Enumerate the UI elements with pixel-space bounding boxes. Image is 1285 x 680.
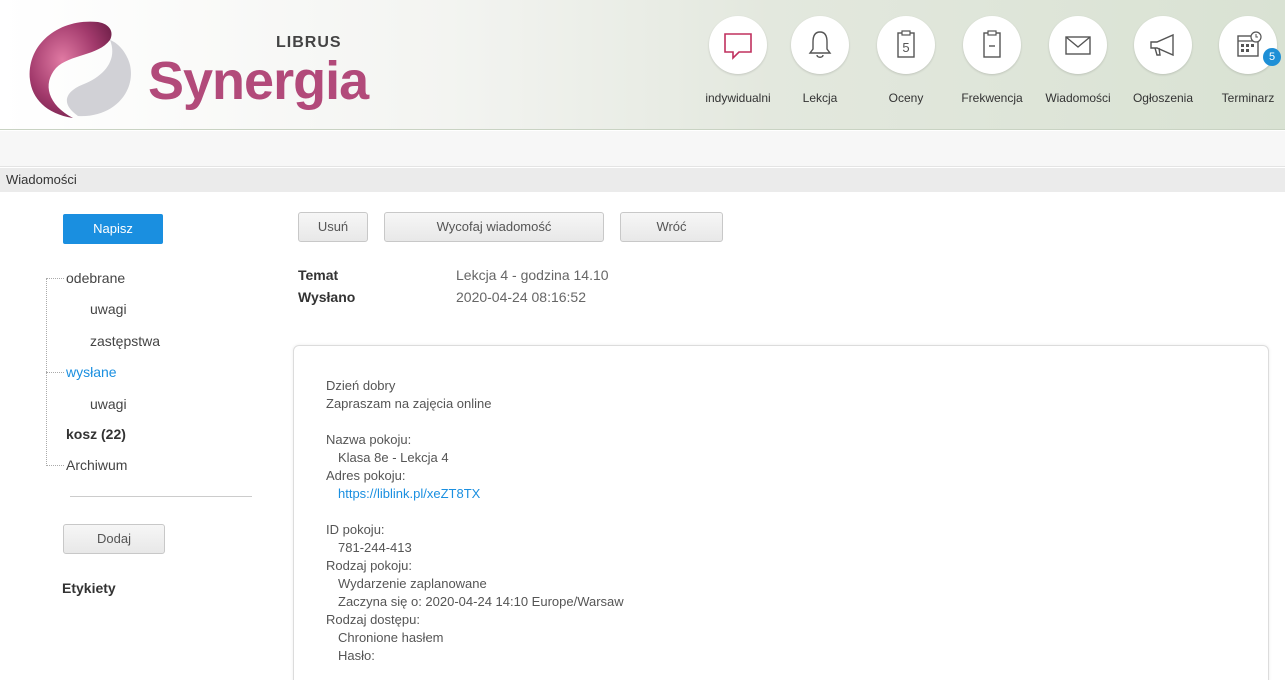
megaphone-icon	[1150, 33, 1174, 57]
folder-sent[interactable]: wysłane	[66, 364, 117, 380]
tree-branch	[46, 465, 64, 466]
sidebar-divider	[70, 496, 252, 497]
body-line: Zaczyna się o: 2020-04-24 14:10 Europe/W…	[338, 594, 624, 609]
body-line: 781-244-413	[338, 540, 412, 555]
folder-sent-notes[interactable]: uwagi	[90, 396, 127, 412]
svg-text:5: 5	[902, 40, 909, 55]
envelope-icon	[1065, 36, 1091, 55]
body-line: Chronione hasłem	[338, 630, 444, 645]
nav-label: Frekwencja	[961, 91, 1023, 105]
nav-circle: 5	[1219, 16, 1281, 74]
folder-substitutions[interactable]: zastępstwa	[90, 333, 160, 349]
nav-label: indywidualni	[705, 91, 771, 105]
body-line: Wydarzenie zaplanowane	[338, 576, 487, 591]
nav-terminarz[interactable]: 5 Terminarz	[1205, 16, 1285, 105]
logo-swirl-icon	[29, 21, 131, 119]
nav-lekcja[interactable]: Lekcja	[777, 16, 863, 105]
nav-indywidualni[interactable]: indywidualni	[695, 16, 781, 105]
clipboard-icon	[983, 30, 1001, 58]
body-line: Hasło:	[338, 648, 375, 663]
folder-received-notes[interactable]: uwagi	[90, 301, 127, 317]
sent-value: 2020-04-24 08:16:52	[456, 289, 586, 305]
nav-oceny[interactable]: 5 Oceny	[863, 16, 949, 105]
nav-circle: 5	[877, 16, 935, 74]
nav-circle	[1134, 16, 1192, 74]
body-line: Nazwa pokoju:	[326, 432, 412, 447]
nav-label: Lekcja	[802, 91, 838, 105]
delete-button[interactable]: Usuń	[298, 212, 368, 242]
room-link[interactable]: https://liblink.pl/xeZT8TX	[338, 486, 480, 501]
synergia-logo[interactable]: LIBRUS Synergia	[18, 10, 369, 125]
nav-circle	[963, 16, 1021, 74]
nav-label: Ogłoszenia	[1132, 91, 1194, 105]
body-line: Rodzaj dostępu:	[326, 612, 420, 627]
chat-bubble-icon	[724, 33, 752, 60]
withdraw-message-button[interactable]: Wycofaj wiadomość	[384, 212, 604, 242]
notification-badge: 5	[1263, 48, 1281, 66]
section-title: Wiadomości	[0, 168, 1285, 192]
body-line: ID pokoju:	[326, 522, 385, 537]
nav-circle	[1049, 16, 1107, 74]
folder-archive[interactable]: Archiwum	[66, 457, 127, 473]
body-line: Adres pokoju:	[326, 468, 406, 483]
nav-label: Terminarz	[1221, 91, 1275, 105]
bell-icon	[808, 31, 832, 58]
add-label-button[interactable]: Dodaj	[63, 524, 165, 554]
top-header: LIBRUS Synergia indywidualni Lekcja 5 Oc…	[0, 0, 1285, 130]
nav-label: Oceny	[888, 91, 924, 105]
back-button[interactable]: Wróć	[620, 212, 723, 242]
subject-label: Temat	[298, 267, 339, 283]
subject-value: Lekcja 4 - godzina 14.10	[456, 267, 609, 283]
folder-trash[interactable]: kosz (22)	[66, 426, 126, 442]
body-line: Dzień dobry	[326, 378, 396, 393]
tree-branch	[46, 372, 64, 373]
labels-heading: Etykiety	[62, 580, 116, 596]
sent-label: Wysłano	[298, 289, 356, 305]
calendar-icon	[1237, 31, 1262, 57]
compose-button[interactable]: Napisz	[63, 214, 163, 244]
nav-circle	[791, 16, 849, 74]
nav-circle	[709, 16, 767, 74]
nav-ogloszenia[interactable]: Ogłoszenia	[1120, 16, 1206, 105]
grade-icon: 5	[897, 30, 915, 58]
tree-branch	[46, 278, 64, 279]
body-line: Zapraszam na zajęcia online	[326, 396, 492, 411]
body-line: Rodzaj pokoju:	[326, 558, 412, 573]
body-line: Klasa 8e - Lekcja 4	[338, 450, 449, 465]
sub-bar	[0, 131, 1285, 167]
nav-label: Wiadomości	[1045, 91, 1111, 105]
logo-title: Synergia	[148, 51, 369, 111]
nav-wiadomosci[interactable]: Wiadomości	[1035, 16, 1121, 105]
folder-received[interactable]: odebrane	[66, 270, 125, 286]
nav-frekwencja[interactable]: Frekwencja	[949, 16, 1035, 105]
